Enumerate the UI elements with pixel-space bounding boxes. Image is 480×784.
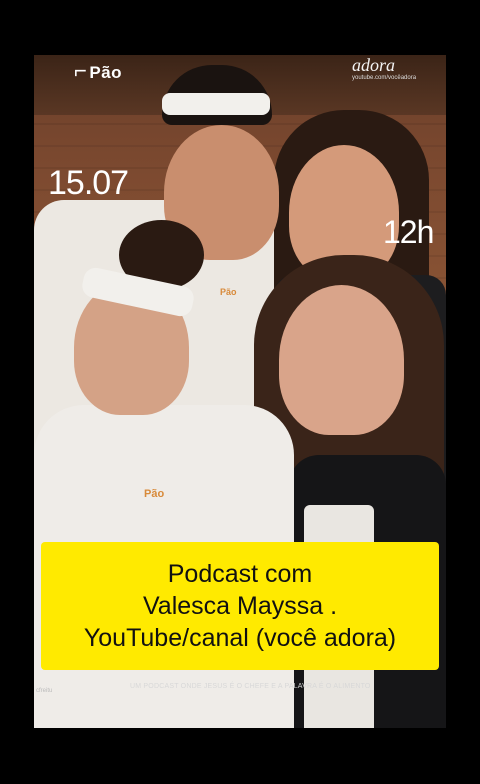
- event-date: 15.07: [48, 164, 129, 202]
- person-headband: [162, 93, 270, 115]
- brand-logo-right-url: youtube.com/vocêadora: [352, 75, 417, 81]
- brand-logo-left-text: Pão: [89, 63, 123, 82]
- event-time: 12h: [383, 214, 434, 250]
- coat-badge: Pão: [144, 488, 165, 500]
- person-face: [279, 285, 404, 435]
- caption-line-3: YouTube/canal (você adora): [83, 624, 397, 652]
- caption-overlay: Podcast com Valesca Mayssa . YouTube/can…: [41, 542, 439, 670]
- podcast-tagline: UM PODCAST ONDE JESUS É O CHEFE E A PALA…: [130, 683, 371, 690]
- bread-logo-icon: ⌐: [74, 58, 88, 83]
- caption-line-1: Podcast com: [167, 560, 313, 588]
- caption-line-2: Valesca Mayssa .: [142, 592, 338, 620]
- side-watermark: cfreitu: [36, 688, 53, 694]
- brand-logo-right: adora: [352, 55, 396, 75]
- brand-logo-left: ⌐ Pão: [74, 58, 122, 84]
- coat-badge: Pão: [220, 287, 237, 297]
